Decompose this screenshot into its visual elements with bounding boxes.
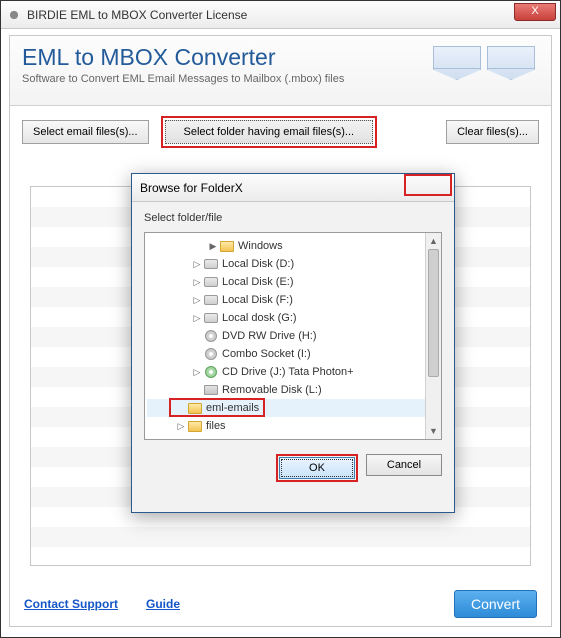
tree-item[interactable]: Removable Disk (L:) <box>147 381 439 399</box>
tree-item[interactable]: ▶ Windows <box>147 237 439 255</box>
toolbar: Select email files(s)... Select folder h… <box>10 106 551 158</box>
window-close-button[interactable]: X <box>514 3 556 21</box>
expand-arrow-icon[interactable]: ▷ <box>191 313 203 324</box>
tree-item-label: Local dosk (G:) <box>222 312 297 324</box>
dialog-label: Select folder/file <box>144 212 442 224</box>
tree-item[interactable]: ▷ Local Disk (E:) <box>147 273 439 291</box>
tree-item[interactable]: ▷ Local dosk (G:) <box>147 309 439 327</box>
tree-item[interactable]: DVD RW Drive (H:) <box>147 327 439 345</box>
dialog-buttons: OK Cancel <box>132 444 454 492</box>
select-folder-button[interactable]: Select folder having email files(s)... <box>165 120 374 144</box>
tree-item[interactable]: Combo Socket (I:) <box>147 345 439 363</box>
tree-item-label: Removable Disk (L:) <box>222 384 322 396</box>
tree-item-label: Combo Socket (I:) <box>222 348 311 360</box>
disk-icon <box>203 293 219 307</box>
folder-icon <box>187 401 203 415</box>
disk-icon <box>203 311 219 325</box>
tree-item-label: Local Disk (E:) <box>222 276 294 288</box>
tree-item-label: Local Disk (D:) <box>222 258 294 270</box>
tree-item-label: Windows <box>238 240 283 252</box>
scroll-thumb[interactable] <box>428 249 439 377</box>
highlight-box: Select folder having email files(s)... <box>161 116 378 148</box>
app-icon <box>7 8 21 22</box>
scrollbar[interactable]: ▲ ▼ <box>425 233 441 439</box>
dvd-icon <box>203 329 219 343</box>
tree-item[interactable]: ▷ CD Drive (J:) Tata Photon+ <box>147 363 439 381</box>
folder-icon <box>187 419 203 433</box>
convert-button[interactable]: Convert <box>454 590 537 618</box>
app-header: EML to MBOX Converter Software to Conver… <box>10 36 551 106</box>
contact-support-link[interactable]: Contact Support <box>24 597 118 611</box>
scroll-up-icon[interactable]: ▲ <box>426 233 441 249</box>
disk-icon <box>203 257 219 271</box>
highlight-box: OK <box>276 454 358 482</box>
cd-icon <box>203 365 219 379</box>
tree-item-label: files <box>206 420 226 432</box>
usb-icon <box>203 383 219 397</box>
dvd-icon <box>203 347 219 361</box>
cancel-button[interactable]: Cancel <box>366 454 442 476</box>
tree-item[interactable]: eml-emails <box>147 399 439 417</box>
clear-files-button[interactable]: Clear files(s)... <box>446 120 539 144</box>
header-graphic <box>433 46 535 80</box>
expand-arrow-icon[interactable]: ▶ <box>207 241 219 252</box>
envelope-icon <box>433 46 481 80</box>
expand-arrow-icon[interactable]: ▷ <box>191 277 203 288</box>
dialog-titlebar: Browse for Folder X <box>132 174 454 202</box>
expand-arrow-icon[interactable]: ▷ <box>191 295 203 306</box>
guide-link[interactable]: Guide <box>146 597 180 611</box>
ok-button[interactable]: OK <box>279 457 355 479</box>
dialog-close-button[interactable]: X <box>235 181 243 195</box>
tree-item-label: CD Drive (J:) Tata Photon+ <box>222 366 354 378</box>
highlight-box <box>404 174 452 196</box>
window-title: BIRDIE EML to MBOX Converter License <box>27 8 247 22</box>
dialog-title: Browse for Folder <box>140 181 235 195</box>
tree-item[interactable]: ▷ files <box>147 417 439 435</box>
tree-item-label: Local Disk (F:) <box>222 294 293 306</box>
tree-item-label: eml-emails <box>206 402 259 414</box>
footer: Contact Support Guide Convert <box>24 590 537 618</box>
browse-folder-dialog: Browse for Folder X Select folder/file ▶… <box>131 173 455 513</box>
expand-arrow-icon[interactable]: ▷ <box>175 421 187 432</box>
tree-item[interactable]: ▷ Local Disk (F:) <box>147 291 439 309</box>
disk-icon <box>203 275 219 289</box>
tree-item-label: DVD RW Drive (H:) <box>222 330 317 342</box>
select-email-files-button[interactable]: Select email files(s)... <box>22 120 149 144</box>
tree-item[interactable]: ▷ Local Disk (D:) <box>147 255 439 273</box>
expand-arrow-icon[interactable]: ▷ <box>191 259 203 270</box>
expand-arrow-icon[interactable]: ▷ <box>191 367 203 378</box>
folder-tree[interactable]: ▶ Windows ▷ Local Disk (D:) ▷ Local Disk (E:)… <box>144 232 442 440</box>
folder-icon <box>219 239 235 253</box>
titlebar: BIRDIE EML to MBOX Converter License X <box>1 1 560 29</box>
scroll-down-icon[interactable]: ▼ <box>426 423 441 439</box>
envelope-icon <box>487 46 535 80</box>
dialog-body: Select folder/file ▶ Windows ▷ Local Disk (… <box>132 202 454 444</box>
